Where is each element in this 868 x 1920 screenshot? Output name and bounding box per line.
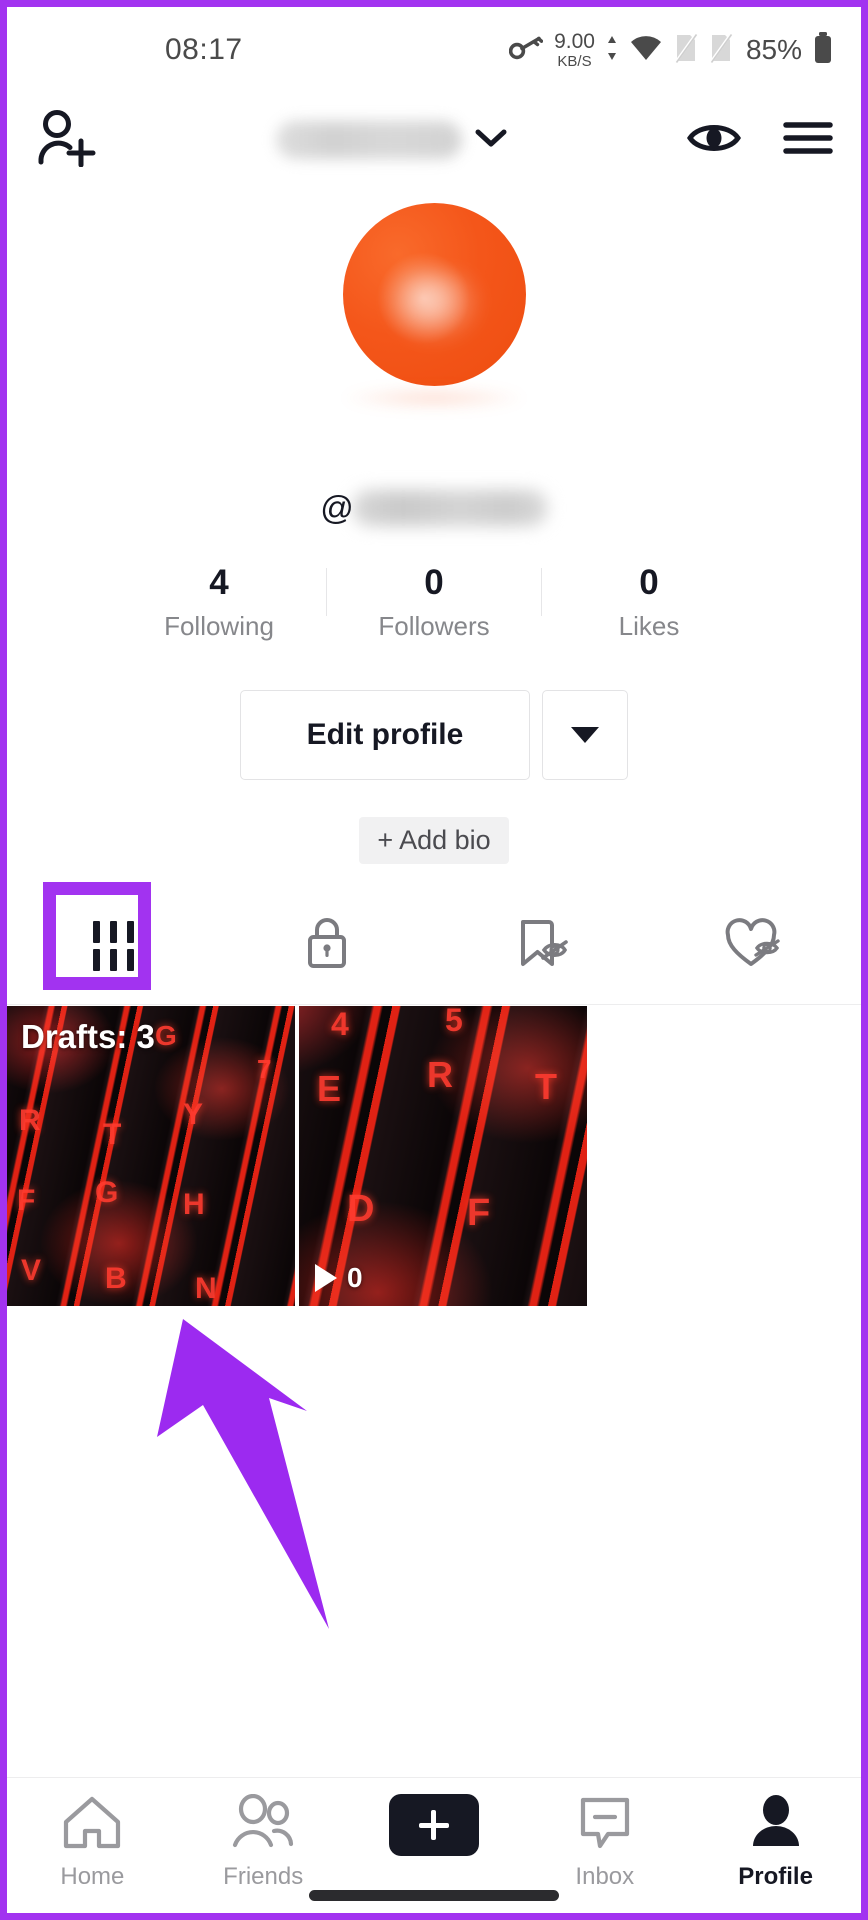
lock-icon — [302, 915, 352, 976]
key-glyph: E — [317, 1068, 342, 1109]
nav-home[interactable]: Home — [7, 1794, 178, 1891]
key-glyph: G — [155, 1020, 177, 1051]
profile-actions: Edit profile — [7, 690, 861, 780]
nav-label: Profile — [738, 1863, 813, 1890]
stat-following[interactable]: 4 Following — [112, 562, 326, 642]
tab-private[interactable] — [221, 887, 435, 1004]
posts-tab-highlight-annotation — [43, 882, 151, 990]
key-glyph: R — [19, 1104, 41, 1137]
stat-value: 4 — [209, 563, 229, 602]
play-count-overlay: 0 — [315, 1262, 363, 1294]
eye-icon[interactable] — [687, 118, 741, 163]
stat-value: 0 — [424, 563, 444, 602]
stat-label: Likes — [618, 611, 680, 642]
username-dropdown[interactable] — [97, 121, 687, 159]
nav-label: Home — [60, 1863, 125, 1890]
key-glyph: T — [535, 1066, 557, 1107]
video-grid: R T Y G 7 F G H V B N Drafts: 3 E R T 4 … — [7, 1006, 587, 1306]
key-glyph: V — [21, 1254, 42, 1287]
nav-label: Friends — [223, 1863, 304, 1890]
key-glyph: 4 — [331, 1006, 349, 1042]
tab-saved[interactable] — [434, 887, 648, 1004]
stat-followers[interactable]: 0 Followers — [327, 562, 541, 642]
key-glyph: D — [347, 1188, 375, 1230]
person-icon — [748, 1794, 804, 1855]
avatar[interactable] — [7, 203, 861, 386]
nav-inbox[interactable]: Inbox — [519, 1794, 690, 1891]
play-count-value: 0 — [347, 1262, 363, 1293]
sim-disabled-icon — [709, 32, 733, 68]
header-actions — [687, 118, 833, 163]
stat-likes[interactable]: 0 Likes — [542, 562, 756, 642]
handle-masked — [351, 490, 548, 526]
bottom-navigation: Home Friends Inbox Profile — [7, 1777, 861, 1913]
status-icons: 9.00 KB/S 85% — [508, 31, 833, 69]
key-glyph: B — [105, 1262, 127, 1295]
drafts-tile[interactable]: R T Y G 7 F G H V B N Drafts: 3 — [7, 1006, 295, 1306]
profile-handle[interactable]: @ — [7, 489, 861, 527]
key-glyph: 7 — [257, 1054, 272, 1084]
nav-profile[interactable]: Profile — [690, 1794, 861, 1891]
key-glyph: N — [195, 1272, 217, 1305]
nav-create[interactable] — [349, 1794, 520, 1864]
status-time: 08:17 — [165, 33, 243, 66]
key-glyph: H — [183, 1188, 205, 1221]
handle-prefix: @ — [320, 489, 354, 526]
network-speed-value: 9.00 — [554, 30, 595, 53]
key-glyph: F — [17, 1184, 36, 1217]
home-icon — [61, 1794, 123, 1855]
avatar-shadow — [339, 385, 529, 411]
video-tile[interactable]: E R T 4 5 D F 0 — [299, 1006, 587, 1306]
key-glyph: 5 — [445, 1006, 463, 1038]
nav-friends[interactable]: Friends — [178, 1793, 349, 1891]
phone-screen: 08:17 9.00 KB/S 85% @ 4 Following 0 Foll… — [0, 0, 868, 1920]
friends-icon — [229, 1793, 297, 1855]
keyboard-thumbnail-image — [299, 1006, 587, 1306]
key-glyph: Y — [183, 1098, 204, 1131]
key-glyph: R — [427, 1054, 453, 1095]
key-glyph: G — [95, 1176, 119, 1209]
add-bio-row: + Add bio — [7, 817, 861, 864]
sim-disabled-icon — [674, 32, 698, 68]
stat-label: Followers — [378, 611, 490, 642]
chevron-down-icon[interactable] — [474, 127, 508, 154]
profile-stats: 4 Following 0 Followers 0 Likes — [7, 562, 861, 642]
wifi-icon — [629, 35, 663, 66]
play-icon — [315, 1264, 337, 1292]
stat-value: 0 — [639, 563, 659, 602]
triangle-down-icon — [571, 727, 599, 743]
hamburger-menu-icon[interactable] — [783, 120, 833, 161]
create-plus-icon[interactable] — [380, 1794, 487, 1856]
avatar-image[interactable] — [342, 203, 526, 386]
inbox-icon — [576, 1794, 634, 1855]
speed-arrows-icon — [606, 34, 618, 67]
add-person-icon[interactable] — [35, 109, 97, 172]
nav-label: Inbox — [575, 1863, 635, 1890]
add-bio-button[interactable]: + Add bio — [359, 817, 509, 864]
profile-more-dropdown-button[interactable] — [542, 690, 628, 780]
stat-label: Following — [164, 611, 274, 642]
battery-icon — [813, 31, 833, 69]
key-icon — [508, 36, 544, 65]
key-glyph: T — [103, 1118, 122, 1151]
bookmark-hidden-icon — [513, 915, 569, 976]
network-speed: 9.00 KB/S — [554, 31, 595, 69]
profile-header — [7, 93, 861, 187]
tab-liked[interactable] — [648, 887, 862, 1004]
drafts-overlay-label: Drafts: 3 — [21, 1018, 155, 1055]
home-indicator — [309, 1890, 559, 1901]
key-glyph: F — [467, 1192, 491, 1234]
username-masked — [276, 121, 462, 159]
status-bar: 08:17 9.00 KB/S 85% — [7, 7, 861, 93]
edit-profile-button[interactable]: Edit profile — [240, 690, 530, 780]
battery-percent: 85% — [745, 34, 802, 65]
network-speed-unit: KB/S — [557, 53, 592, 70]
heart-hidden-icon — [725, 916, 783, 975]
